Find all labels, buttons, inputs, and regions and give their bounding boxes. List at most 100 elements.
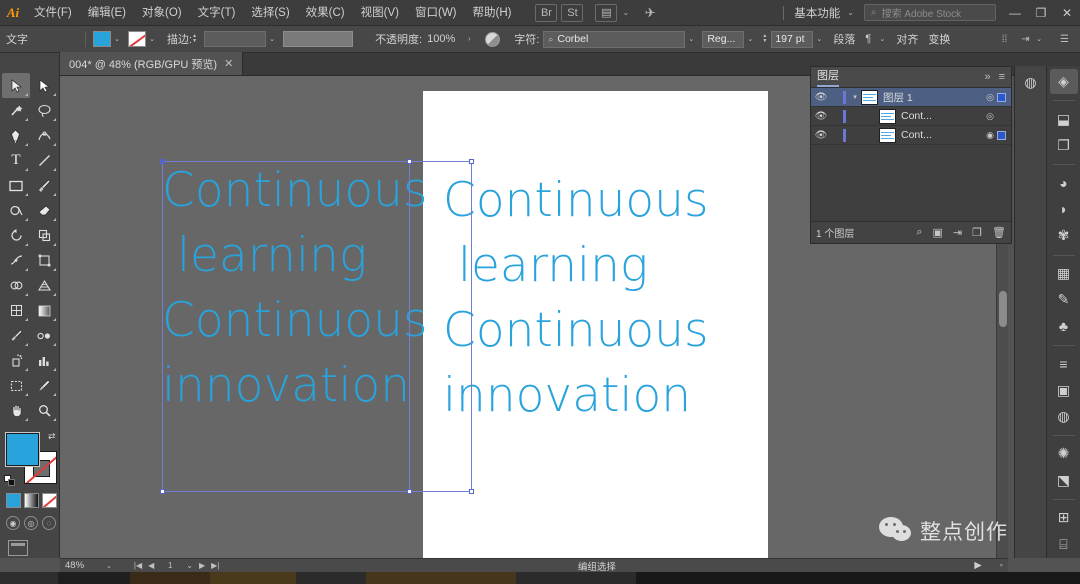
fill-color-swatch[interactable]	[93, 31, 111, 47]
layer-name[interactable]: 图层 1	[883, 90, 983, 105]
panel-align-icon[interactable]: ⊞	[1050, 505, 1078, 530]
stroke-weight-stepper[interactable]: ▲ ▼	[192, 31, 201, 47]
paragraph-label[interactable]: 段落	[833, 31, 855, 47]
artboard-number-field[interactable]: 1	[160, 561, 180, 570]
layer-visibility-icon[interactable]: 👁	[811, 111, 831, 122]
direct-selection-tool[interactable]	[30, 73, 58, 98]
swap-fill-stroke-icon[interactable]: ⇄	[48, 431, 59, 442]
make-clipping-mask-button[interactable]: ▣	[933, 226, 943, 239]
mesh-tool[interactable]	[2, 298, 30, 323]
panel-artboards-icon[interactable]: ⬓	[1050, 106, 1078, 131]
scale-tool[interactable]	[30, 223, 58, 248]
variable-width-profile-field[interactable]	[283, 31, 354, 47]
menu-window[interactable]: 窗口(W)	[407, 0, 465, 26]
first-artboard-button[interactable]: |◀	[134, 561, 142, 570]
distribute-icon[interactable]: ⁞⁞	[997, 32, 1012, 46]
menu-edit[interactable]: 编辑(E)	[80, 0, 134, 26]
opacity-expand-icon[interactable]: ›	[463, 31, 475, 47]
panel-layers-icon[interactable]: ◈	[1049, 69, 1078, 95]
layer-selection-indicator[interactable]	[997, 112, 1006, 121]
symbol-sprayer-tool[interactable]	[2, 348, 30, 373]
change-screen-mode-button[interactable]	[8, 540, 28, 556]
type-tool[interactable]: T	[2, 148, 30, 173]
free-transform-tool[interactable]	[30, 248, 58, 273]
panel-color-icon[interactable]: ◕	[1050, 170, 1078, 195]
handle-top-right[interactable]	[469, 159, 474, 164]
gradient-mode-button[interactable]	[24, 493, 39, 508]
locate-object-button[interactable]: ⌕	[916, 226, 922, 239]
selection-tool[interactable]	[2, 73, 30, 98]
font-size-stepper[interactable]: ▲ ▼	[762, 31, 771, 47]
handle-bottom-right[interactable]	[469, 489, 474, 494]
arrange-documents-icon[interactable]: ▤	[595, 3, 618, 22]
status-tool-label[interactable]: 编组选择	[578, 559, 616, 573]
draw-inside-button[interactable]: ◌	[42, 516, 56, 530]
panel-menu-icon[interactable]: ☰	[1057, 32, 1072, 46]
layer-expand-icon[interactable]: ▾	[849, 93, 861, 101]
menu-help[interactable]: 帮助(H)	[465, 0, 520, 26]
font-style-field[interactable]: Reg...	[702, 30, 745, 48]
layer-selection-indicator[interactable]	[997, 130, 1006, 140]
taskbar-item-1[interactable]	[0, 572, 58, 584]
paintbrush-tool[interactable]	[30, 173, 58, 198]
menu-effect[interactable]: 效果(C)	[298, 0, 353, 26]
color-mode-button[interactable]	[6, 493, 21, 508]
stroke-weight-caret-icon[interactable]: ⌄	[266, 31, 278, 47]
document-tab[interactable]: 004* @ 48% (RGB/GPU 预览) ✕	[60, 52, 244, 75]
handle-frame-top-right[interactable]	[407, 159, 412, 164]
eraser-tool[interactable]	[30, 198, 58, 223]
delete-selection-button[interactable]: 🗑	[992, 226, 1006, 239]
shape-builder-tool[interactable]	[2, 273, 30, 298]
layer-visibility-icon[interactable]: 👁	[811, 130, 831, 141]
bridge-icon[interactable]: Br	[535, 3, 558, 22]
font-size-field[interactable]: 197 pt	[771, 30, 814, 48]
layers-panel-title[interactable]: 图层	[817, 67, 839, 87]
font-style-caret-icon[interactable]: ⌄	[744, 31, 756, 47]
slice-tool[interactable]	[30, 373, 58, 398]
status-more-icon[interactable]: ◦	[1000, 560, 1003, 571]
blend-mode-icon[interactable]	[485, 31, 501, 47]
taskbar-item-2[interactable]	[58, 572, 130, 584]
artboard-text-object[interactable]: Continuous learning Continuous innovatio…	[443, 168, 763, 428]
layer-target-icon[interactable]: ◉	[983, 130, 997, 141]
stroke-weight-field[interactable]	[204, 31, 267, 47]
taskbar-item-6[interactable]	[366, 572, 516, 584]
discover-icon[interactable]: ✈	[639, 4, 661, 22]
minimize-button[interactable]: —	[1002, 0, 1028, 26]
taskbar-item-4[interactable]	[210, 572, 296, 584]
shaper-tool[interactable]	[2, 198, 30, 223]
layer-name[interactable]: Cont...	[901, 110, 983, 122]
default-fill-stroke-icon[interactable]	[4, 475, 16, 487]
panel-asset-export-icon[interactable]: ❐	[1050, 133, 1078, 158]
workspace-switcher[interactable]: 基本功能	[790, 5, 844, 21]
font-family-field[interactable]: ⌕ Corbel	[543, 30, 686, 48]
panel-symbols-icon[interactable]: ✎	[1050, 287, 1078, 312]
font-size-caret-icon[interactable]: ⌄	[813, 31, 825, 47]
handle-frame-bottom-right[interactable]	[407, 489, 412, 494]
perspective-grid-tool[interactable]	[30, 273, 58, 298]
lasso-tool[interactable]	[30, 98, 58, 123]
scrollbar-thumb[interactable]	[999, 291, 1007, 327]
panel-appearance-icon[interactable]: ◍	[1050, 404, 1078, 429]
character-label[interactable]: 字符:	[514, 31, 539, 47]
none-mode-button[interactable]	[42, 493, 57, 508]
taskbar-item-7[interactable]	[516, 572, 636, 584]
artboard-tool[interactable]	[2, 373, 30, 398]
draw-behind-button[interactable]: ◎	[24, 516, 38, 530]
layer-selection-indicator[interactable]	[997, 92, 1006, 102]
layer-row-1[interactable]: 👁 ▾ 图层 1 ◎	[811, 88, 1011, 107]
paragraph-caret-icon[interactable]: ⌄	[876, 31, 888, 47]
menu-type[interactable]: 文字(T)	[190, 0, 244, 26]
panel-brushes-icon[interactable]: ▦	[1050, 261, 1078, 286]
taskbar-item-5[interactable]	[296, 572, 366, 584]
next-artboard-button[interactable]: ▶	[199, 561, 205, 570]
panel-color-guide-icon[interactable]: ◗	[1050, 197, 1078, 222]
menu-object[interactable]: 对象(O)	[134, 0, 190, 26]
column-graph-tool[interactable]	[30, 348, 58, 373]
status-play-icon[interactable]: ▶	[974, 560, 981, 571]
panel-graphic-styles-icon[interactable]: ✺	[1050, 441, 1078, 466]
stock-search-input[interactable]: ⌕ 搜索 Adobe Stock	[864, 4, 996, 21]
stroke-caret-icon[interactable]: ⌄	[146, 31, 158, 47]
width-tool[interactable]	[2, 248, 30, 273]
handle-top-left[interactable]	[160, 159, 165, 164]
